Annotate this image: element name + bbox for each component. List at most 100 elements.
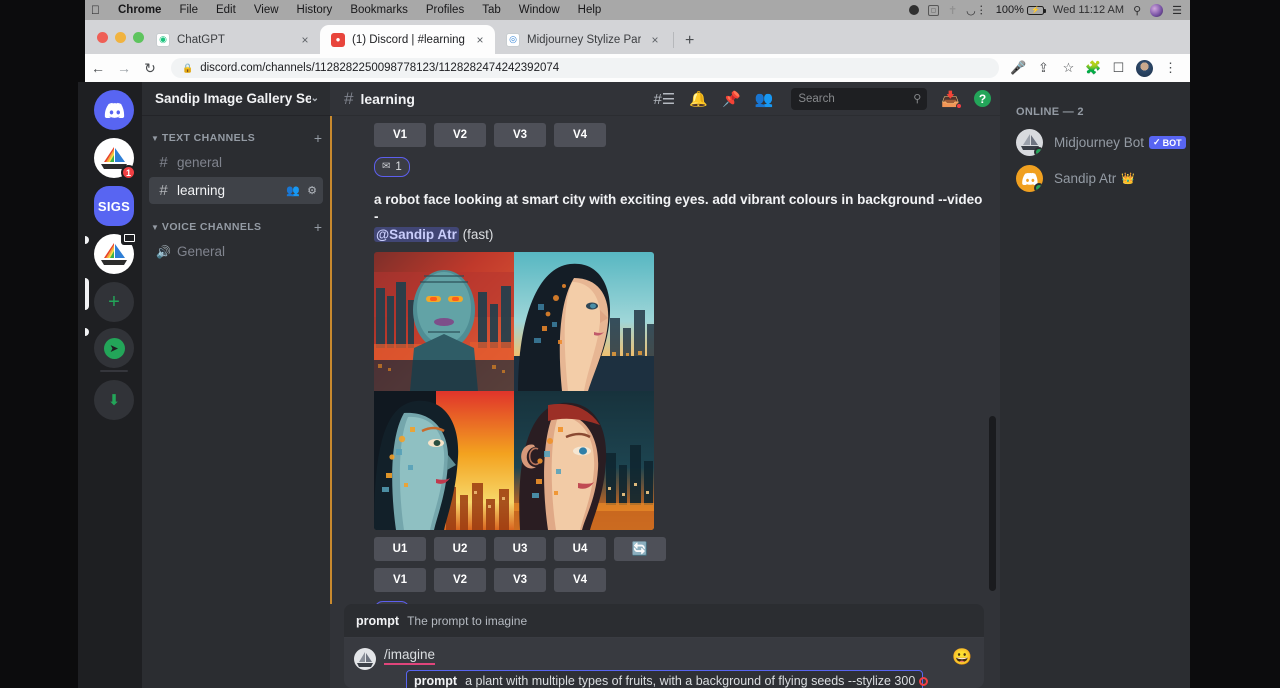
message-scrollbar[interactable]: [989, 416, 996, 591]
grid-image-3[interactable]: [374, 391, 514, 530]
wifi-icon[interactable]: ◡︙: [966, 2, 987, 18]
variation-button-v4[interactable]: V4: [554, 123, 606, 147]
download-apps-button[interactable]: ⬇: [94, 380, 134, 420]
menu-tab[interactable]: Tab: [473, 4, 510, 16]
battery-icon[interactable]: 100% ⚡: [996, 4, 1044, 16]
reload-button[interactable]: ↻: [137, 60, 163, 77]
param-description: The prompt to imagine: [407, 614, 527, 628]
server-sigs[interactable]: SIGS: [94, 186, 134, 226]
sidebar-item-voice-general[interactable]: 🔊 General: [149, 238, 323, 265]
menu-bookmarks[interactable]: Bookmarks: [341, 4, 417, 16]
address-bar[interactable]: 🔒 discord.com/channels/11282822500987781…: [171, 58, 999, 78]
spotlight-search-icon[interactable]: ⚲: [1133, 4, 1141, 17]
search-input[interactable]: Search ⚲: [791, 88, 927, 110]
upscale-button-u4[interactable]: U4: [554, 537, 606, 561]
forward-button[interactable]: →: [111, 60, 137, 76]
variation-button-v2[interactable]: V2: [434, 123, 486, 147]
explore-servers-button[interactable]: ➤: [94, 328, 134, 368]
chrome-menu-icon[interactable]: ⋮: [1158, 60, 1183, 76]
share-icon[interactable]: ⇪: [1031, 60, 1056, 76]
envelope-reaction[interactable]: ✉ 1: [374, 157, 410, 177]
emoji-picker-button[interactable]: 😀: [952, 647, 972, 667]
plus-icon: +: [108, 291, 120, 314]
server-sailboat-2[interactable]: [94, 234, 134, 274]
menu-history[interactable]: History: [288, 4, 342, 16]
screen-mirror-icon[interactable]: ▢: [928, 5, 939, 16]
member-row-sandip-atr[interactable]: Sandip Atr 👑: [1008, 161, 1182, 196]
bluetooth-icon[interactable]: ✝: [948, 4, 957, 17]
menu-view[interactable]: View: [245, 4, 288, 16]
members-icon[interactable]: 👥: [755, 90, 774, 108]
create-text-channel-button[interactable]: +: [314, 131, 322, 145]
profile-avatar[interactable]: [1136, 60, 1153, 77]
user-mention[interactable]: @Sandip Atr: [374, 227, 459, 242]
notification-bell-icon[interactable]: 🔔: [689, 90, 708, 108]
discord-home-button[interactable]: [94, 90, 134, 130]
variation-button-v2[interactable]: V2: [434, 568, 486, 592]
tab-discord[interactable]: ● (1) Discord | #learning | Sandi ×: [320, 25, 495, 54]
tab-chatgpt[interactable]: ◉ ChatGPT ×: [145, 25, 320, 54]
bookmark-star-icon[interactable]: ☆: [1056, 60, 1081, 76]
upscale-button-u2[interactable]: U2: [434, 537, 486, 561]
menu-window[interactable]: Window: [510, 4, 569, 16]
record-icon[interactable]: [909, 5, 919, 15]
inbox-icon[interactable]: 📥: [941, 90, 960, 108]
reroll-button[interactable]: 🔄: [614, 537, 666, 561]
close-tab-icon[interactable]: ×: [648, 33, 662, 47]
sidebar-item-general[interactable]: # general: [149, 149, 323, 176]
grid-image-1[interactable]: [374, 252, 514, 391]
category-voice-channels[interactable]: ▼ VOICE CHANNELS +: [142, 205, 330, 237]
invite-icon[interactable]: 👥: [286, 184, 300, 197]
tab-midjourney[interactable]: ◎ Midjourney Stylize Parameter ×: [495, 25, 670, 54]
create-voice-channel-button[interactable]: +: [314, 220, 322, 234]
lock-icon: 🔒: [182, 63, 193, 74]
guild-header[interactable]: Sandip Image Gallery Se... ⌄: [142, 82, 330, 116]
pin-icon[interactable]: 📌: [722, 90, 741, 108]
menu-profiles[interactable]: Profiles: [417, 4, 473, 16]
channel-label: learning: [177, 183, 286, 198]
variation-button-v3[interactable]: V3: [494, 568, 546, 592]
server-sailboat-1[interactable]: 1: [94, 138, 134, 178]
window-traffic-lights[interactable]: [97, 32, 144, 43]
help-icon[interactable]: ?: [974, 90, 991, 107]
microphone-icon[interactable]: 🎤: [1006, 60, 1031, 76]
side-panel-icon[interactable]: ☐: [1106, 60, 1131, 76]
upscale-button-u3[interactable]: U3: [494, 537, 546, 561]
extensions-icon[interactable]: 🧩: [1081, 60, 1106, 76]
apple-menu-icon[interactable]: : [85, 3, 109, 17]
grid-image-4[interactable]: [514, 391, 654, 530]
variation-button-v4[interactable]: V4: [554, 568, 606, 592]
member-row-midjourney-bot[interactable]: Midjourney Bot ✓BOT: [1008, 125, 1182, 160]
siri-icon[interactable]: [1150, 4, 1163, 17]
variation-button-v1[interactable]: V1: [374, 568, 426, 592]
back-button[interactable]: ←: [85, 60, 111, 76]
settings-gear-icon[interactable]: ⚙: [307, 184, 317, 197]
close-window-button[interactable]: [97, 32, 108, 43]
variation-button-v3[interactable]: V3: [494, 123, 546, 147]
slash-command-name[interactable]: /imagine: [384, 647, 435, 665]
message-list[interactable]: V1 V2 V3 V4 ✉ 1 a robot face looking at …: [330, 116, 1000, 604]
menu-edit[interactable]: Edit: [207, 4, 245, 16]
variation-button-v1[interactable]: V1: [374, 123, 426, 147]
menu-file[interactable]: File: [170, 4, 207, 16]
control-center-icon[interactable]: ☰: [1172, 4, 1182, 17]
upscale-button-u1[interactable]: U1: [374, 537, 426, 561]
threads-icon[interactable]: #☰: [653, 90, 675, 108]
reaction-row-top: ✉ 1: [374, 156, 984, 177]
command-argument-field[interactable]: prompt a plant with multiple types of fr…: [406, 670, 923, 688]
close-tab-icon[interactable]: ×: [473, 33, 487, 47]
menu-chrome[interactable]: Chrome: [109, 4, 170, 16]
chevron-down-icon[interactable]: ⌄: [311, 93, 319, 104]
add-server-button[interactable]: +: [94, 282, 134, 322]
minimize-window-button[interactable]: [115, 32, 126, 43]
sidebar-item-learning[interactable]: # learning 👥 ⚙: [149, 177, 323, 204]
discord-favicon: ●: [331, 33, 345, 47]
new-tab-button[interactable]: +: [685, 33, 694, 49]
grid-image-2[interactable]: [514, 252, 654, 391]
menu-help[interactable]: Help: [569, 4, 611, 16]
maximize-window-button[interactable]: [133, 32, 144, 43]
midjourney-image-grid[interactable]: [374, 252, 654, 530]
category-text-channels[interactable]: ▼ TEXT CHANNELS +: [142, 116, 330, 148]
composer-input-row[interactable]: /imagine prompt a plant with multiple ty…: [344, 638, 984, 688]
close-tab-icon[interactable]: ×: [298, 33, 312, 47]
